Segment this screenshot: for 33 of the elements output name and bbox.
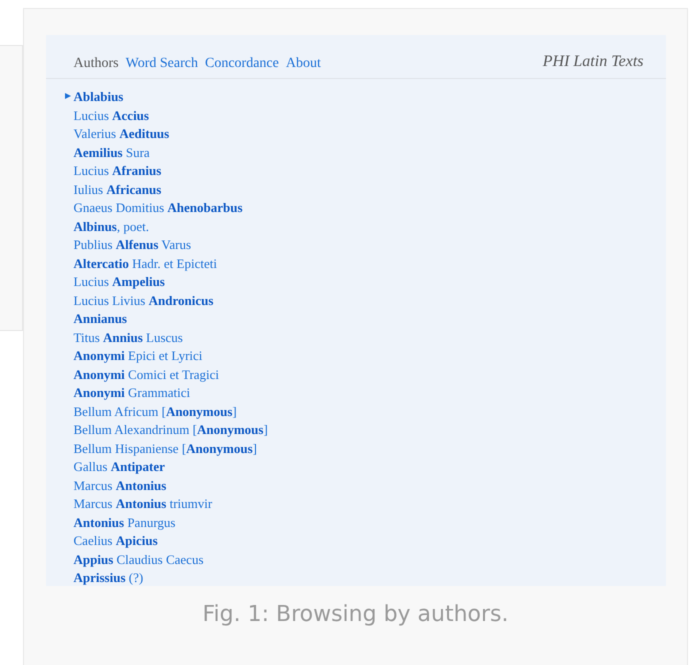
author-link[interactable]: Valerius Aedituus [74, 126, 170, 142]
author-link[interactable]: Marcus Antonius triumvir [74, 496, 212, 512]
nav-link[interactable]: About [286, 53, 321, 74]
author-link[interactable]: Albinus, poet. [74, 218, 150, 235]
author-link[interactable]: Bellum Africum [Anonymous] [74, 404, 237, 420]
author-link[interactable]: Lucius Livius Andronicus [74, 292, 214, 309]
figure-caption: Fig. 1: Browsing by authors. [202, 601, 509, 629]
author-link[interactable]: Aemilius Sura [74, 144, 150, 161]
author-link[interactable]: Altercatio Hadr. et Epicteti [74, 256, 217, 272]
author-link[interactable]: Appius Claudius Caecus [74, 552, 204, 568]
author-link[interactable]: Gnaeus Domitius Ahenobarbus [74, 200, 243, 216]
site-title: PHI Latin Texts [542, 52, 644, 72]
author-link[interactable]: Bellum Alexandrinum [Anonymous] [74, 422, 268, 438]
author-link[interactable]: Anonymi Epici et Lyrici [74, 348, 202, 364]
nav-link[interactable]: Authors [74, 53, 119, 74]
author-link[interactable]: Bellum Hispaniense [Anonymous] [74, 440, 257, 457]
author-link[interactable]: Aprissius (?) [74, 570, 144, 586]
author-link[interactable]: Lucius Afranius [74, 163, 162, 180]
author-link[interactable]: Anonymi Grammatici [74, 385, 190, 402]
author-link[interactable]: Anonymi Comici et Tragici [74, 366, 220, 383]
author-link[interactable]: Ablabius [74, 89, 124, 106]
author-link[interactable]: Iulius Africanus [74, 182, 162, 198]
author-link[interactable]: Gallus Antipater [74, 459, 165, 476]
nav-link[interactable]: Word Search [126, 53, 198, 74]
nav-link[interactable]: Concordance [204, 53, 279, 74]
author-link[interactable]: Antonius Panurgus [74, 514, 176, 531]
author-link[interactable]: Publius Alfenus Varus [74, 237, 192, 254]
author-link[interactable]: Lucius Accius [74, 108, 149, 124]
author-link[interactable]: Caelius Apicius [74, 533, 158, 550]
author-link[interactable]: Titus Annius Luscus [74, 330, 183, 346]
author-link[interactable]: Annianus [74, 311, 127, 328]
author-link[interactable]: Marcus Antonius [74, 478, 166, 494]
author-link[interactable]: Lucius Ampelius [74, 274, 165, 290]
